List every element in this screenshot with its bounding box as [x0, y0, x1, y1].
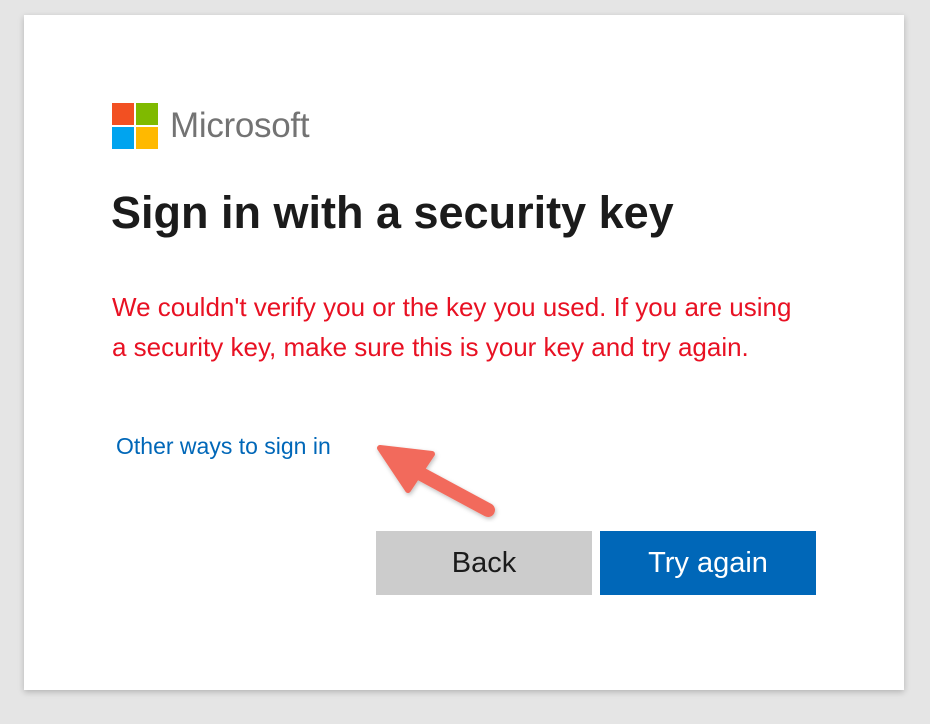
back-button[interactable]: Back [376, 531, 592, 595]
logo-square-blue [112, 127, 134, 149]
microsoft-logo-icon [112, 103, 158, 149]
logo-square-red [112, 103, 134, 125]
error-message: We couldn't verify you or the key you us… [112, 292, 792, 362]
sign-in-card: Microsoft Sign in with a security key We… [24, 15, 904, 690]
page-title: Sign in with a security key [111, 187, 674, 238]
try-again-button[interactable]: Try again [600, 531, 816, 595]
pointer-arrow-icon [377, 445, 495, 517]
microsoft-logo: Microsoft [112, 102, 310, 150]
logo-square-yellow [136, 127, 158, 149]
other-ways-to-sign-in-link[interactable]: Other ways to sign in [116, 433, 331, 460]
brand-wordmark: Microsoft [170, 106, 310, 145]
logo-square-green [136, 103, 158, 125]
